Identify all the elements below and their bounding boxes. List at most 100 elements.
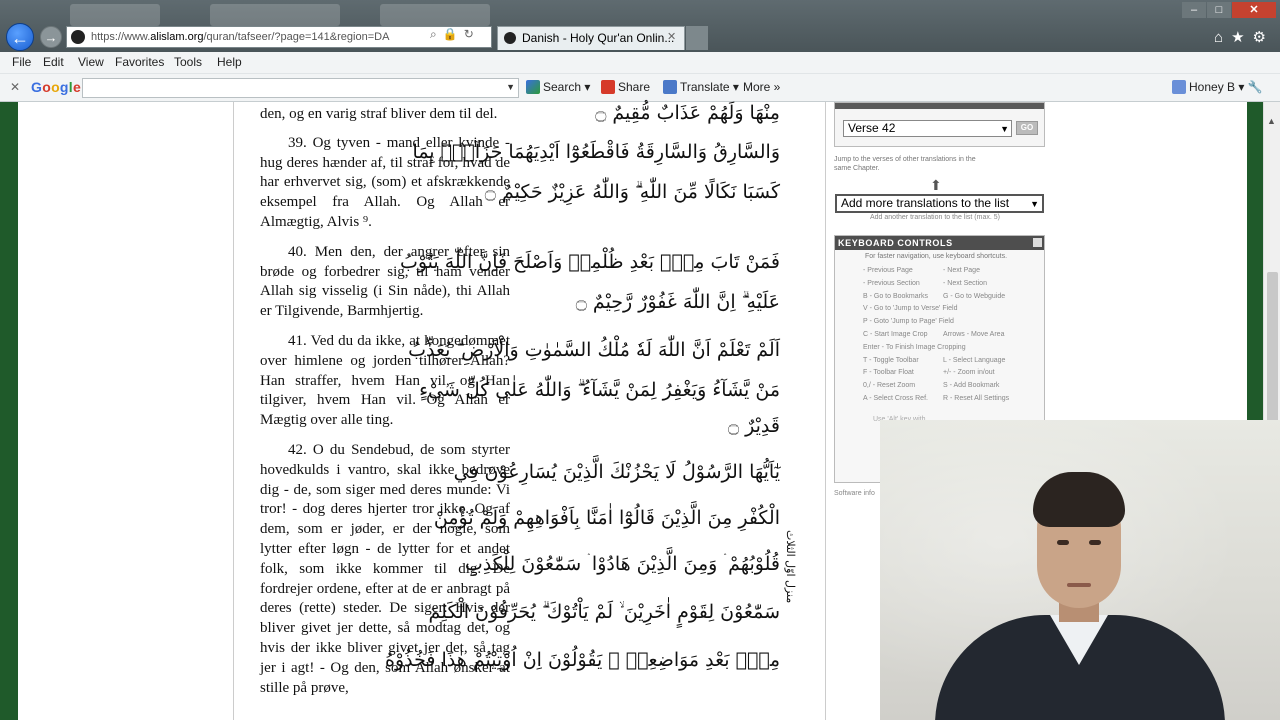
software-info-link[interactable]: Software info [834, 490, 875, 497]
back-arrow-icon: ← [11, 28, 29, 48]
shortcut-item: R - Reset All Settings [943, 394, 1010, 402]
lock-icon[interactable]: 🔒 [443, 27, 464, 41]
person-mouth [1067, 583, 1091, 587]
arabic-line: قَدِيْرٌ ۝ [727, 415, 780, 437]
menu-help[interactable]: Help [217, 55, 242, 69]
quran-page-scan: den, og en varig straf bliver dem til de… [233, 102, 826, 720]
forward-arrow-icon: → [44, 30, 58, 45]
close-toolbar-icon[interactable]: ✕ [10, 80, 20, 94]
shortcut-item [943, 344, 1023, 357]
tab-favicon-icon [504, 32, 516, 44]
browser-titlebar: – □ ✕ ← → https://www.alislam.org/quran/… [0, 0, 1280, 52]
new-tab-button[interactable] [686, 26, 708, 50]
dropdown-arrow-icon[interactable]: ▼ [506, 82, 515, 92]
search-icon[interactable]: ⌕ [430, 27, 443, 41]
shortcut-row: T - Toggle Toolbar L - Select Language [863, 357, 1043, 370]
arabic-line: قُلُوْبُهُمْ ۛ وَمِنَ الَّذِيْنَ هَادُوْ… [464, 553, 780, 575]
share-button[interactable]: Share [601, 80, 650, 94]
panel-header [835, 103, 1044, 109]
url-host: alislam.org [150, 31, 204, 43]
collapse-icon[interactable] [1033, 238, 1042, 247]
shortcut-row: - Previous Section - Next Section [863, 280, 1043, 293]
wrench-icon[interactable]: 🔧 [1248, 80, 1263, 94]
blurred-background [210, 4, 340, 26]
up-arrow-icon: ⬆ [930, 177, 942, 193]
shortcut-item: Arrows - Move Area [943, 330, 1005, 338]
arabic-line: مَنْ يَّشَآءُ وَيَغْفِرُ لِمَنْ يَّشَآءُ… [419, 379, 780, 401]
menu-tools[interactable]: Tools [174, 55, 202, 69]
shortcut-row: F - Toolbar Float +/- - Zoom in/out [863, 369, 1043, 382]
add-translations-select[interactable]: Add more translations to the list ▼ [835, 194, 1044, 213]
webcam-overlay [880, 420, 1280, 720]
shortcut-item: 0,/ - Reset Zoom [863, 382, 916, 390]
menu-view[interactable]: View [78, 55, 104, 69]
scroll-up-arrow-icon[interactable]: ▲ [1267, 116, 1276, 126]
site-favicon-icon [71, 30, 85, 44]
share-icon [601, 80, 615, 94]
menu-edit[interactable]: Edit [43, 55, 64, 69]
google-logo: Google [31, 79, 82, 95]
person-hair [1033, 472, 1125, 527]
favorites-star-icon[interactable]: ★ [1231, 29, 1252, 46]
verse-select[interactable]: Verse 42 ▼ [843, 120, 1012, 137]
add-translations-hint: Add another translation to the list (max… [870, 214, 1000, 221]
green-border-left [0, 102, 18, 720]
back-button[interactable]: ← [6, 23, 34, 51]
close-window-button[interactable]: ✕ [1232, 2, 1276, 18]
shortcut-item: G - Go to Webguide [943, 292, 1006, 300]
shortcut-item: Enter - To Finish Image Cropping [863, 343, 966, 351]
shortcut-item: P - Goto 'Jump to Page' Field [863, 318, 954, 326]
tab-title: Danish - Holy Qur'an Onlin... [522, 31, 675, 45]
shortcut-row: V - Go to 'Jump to Verse' Field [863, 305, 1043, 318]
arabic-line: مِنْهَا وَلَهُمْ عَذَابٌ مُّقِيمٌ ۝ [595, 102, 780, 124]
jump-hint-text: Jump to the verses of other translations… [834, 156, 976, 172]
shortcut-row: - Previous Page - Next Page [863, 267, 1043, 280]
user-account-button[interactable]: Honey B ▾ 🔧 [1172, 80, 1263, 94]
scrollbar-thumb[interactable] [1267, 272, 1278, 422]
arabic-line: اَلَمْ تَعْلَمْ اَنَّ اللّٰهَ لَهٗ مُلْك… [408, 339, 780, 361]
google-toolbar: ✕ Google ▼ Search ▾ Share Translate ▾ Mo… [0, 74, 1280, 102]
shortcut-list: - Previous Page - Next Page - Previous Se… [863, 267, 1043, 408]
url-path: /quran/tafseer/?page=141&region=DA [203, 31, 390, 43]
keyboard-intro: For faster navigation, use keyboard shor… [865, 253, 1008, 260]
url-prefix: https://www. [91, 31, 151, 43]
arabic-line: وَالسَّارِقُ وَالسَّارِقَةُ فَاقْطَعُوْٓ… [412, 141, 780, 163]
user-avatar-icon [1172, 80, 1186, 94]
shortcut-item: - Previous Section [863, 279, 920, 287]
arabic-line: يٰٓاَيُّهَا الرَّسُوْلُ لَا يَحْزُنْكَ ا… [453, 461, 780, 483]
forward-button[interactable]: → [40, 26, 62, 48]
maximize-button[interactable]: □ [1207, 2, 1231, 18]
shortcut-item [943, 305, 1023, 318]
shortcut-item: - Next Section [943, 279, 987, 287]
shortcut-row: A - Select Cross Ref. R - Reset All Setti… [863, 395, 1043, 408]
refresh-icon[interactable]: ↻ [464, 27, 480, 41]
arabic-text-column: مِنْهَا وَلَهُمْ عَذَابٌ مُّقِيمٌ ۝ وَال… [385, 102, 780, 680]
translation-panel: Verse 42 ▼ GO [834, 102, 1045, 147]
more-button[interactable]: More » [743, 80, 780, 94]
translate-icon [663, 80, 677, 94]
shortcut-row: P - Goto 'Jump to Page' Field [863, 318, 1043, 331]
arabic-line: كَسَبَا نَكَالًا مِّنَ اللّٰهِ ۗ وَاللّٰ… [484, 181, 780, 203]
settings-gear-icon[interactable]: ⚙ [1253, 29, 1274, 46]
google-search-input[interactable]: ▼ [82, 78, 519, 98]
menu-bar: File Edit View Favorites Tools Help [0, 52, 1280, 74]
user-label: Honey B [1189, 80, 1236, 94]
home-icon[interactable]: ⌂ [1214, 29, 1231, 46]
blurred-background [380, 4, 490, 26]
minimize-button[interactable]: – [1182, 2, 1206, 18]
google-search-button[interactable]: Search ▾ [526, 80, 590, 94]
arabic-line: مِنْۢ بَعْدِ مَوَاضِعِهٖ ۚ يَقُوْلُوْنَ … [385, 649, 780, 671]
menu-file[interactable]: File [12, 55, 31, 69]
tab-close-icon[interactable]: ✕ [667, 30, 676, 43]
shortcut-row: 0,/ - Reset Zoom S - Add Bookmark [863, 382, 1043, 395]
search-icon [526, 80, 540, 94]
shortcut-row: Enter - To Finish Image Cropping [863, 344, 1043, 357]
go-button[interactable]: GO [1016, 121, 1038, 135]
shortcut-item: T - Toggle Toolbar [863, 356, 919, 364]
tab-danish-quran[interactable]: Danish - Holy Qur'an Onlin... [497, 26, 685, 50]
shortcut-item: C - Start Image Crop [863, 330, 928, 338]
arabic-line: سَمّٰعُوْنَ لِقَوْمٍ اٰخَرِيْنَ ۙ لَمْ ي… [428, 601, 780, 623]
menu-favorites[interactable]: Favorites [115, 55, 164, 69]
address-bar[interactable]: https://www.alislam.org/quran/tafseer/?p… [66, 26, 492, 48]
translate-button[interactable]: Translate ▾ [663, 80, 739, 94]
